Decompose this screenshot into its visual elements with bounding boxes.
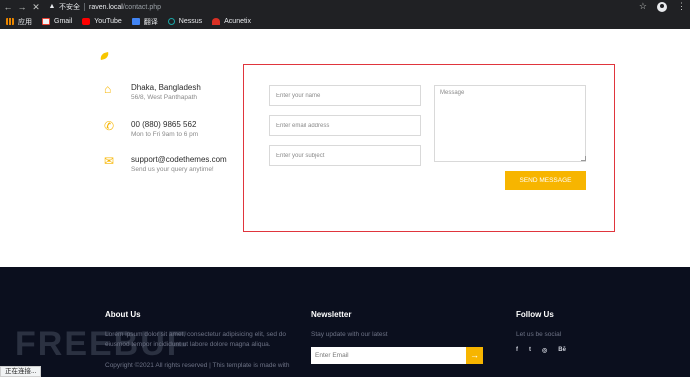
newsletter-email-input[interactable] [311, 347, 466, 364]
bookmark-nessus[interactable]: Nessus [167, 18, 203, 25]
bookmark-label: Nessus [178, 18, 203, 25]
footer: FREEBUF About Us Lorem ipsum dolor sit a… [0, 267, 690, 377]
dribbble-icon[interactable]: ◎ [542, 347, 547, 354]
toolbar-right: ☆ ⋮ [639, 1, 686, 12]
footer-follow: Follow Us Let us be social f t ◎ Bē [516, 310, 626, 370]
nav-row: ← → ✕ ▲ 不安全 raven.local/contact.php ☆ ⋮ [0, 0, 690, 14]
bookmark-label: 翻译 [143, 18, 158, 26]
bookmarks-bar: 应用 Gmail YouTube 翻译 Nessus Acunetix [0, 15, 255, 28]
about-text-line2: eiusmod tempor incididunt ut labore dolo… [105, 341, 271, 348]
bookmark-gmail[interactable]: Gmail [42, 18, 72, 25]
address-bar[interactable]: ▲ 不安全 raven.local/contact.php [48, 1, 638, 13]
mail-icon: ✉ [104, 154, 115, 168]
status-bar: 正在连接... [0, 366, 42, 377]
browser-chrome: ← → ✕ ▲ 不安全 raven.local/contact.php ☆ ⋮ … [0, 0, 690, 29]
profile-icon[interactable] [657, 1, 667, 12]
phone-icon: ✆ [104, 119, 115, 133]
stop-icon[interactable]: ✕ [30, 1, 42, 13]
bookmark-label: Acunetix [224, 18, 251, 25]
warning-icon[interactable]: ▲ [48, 3, 56, 11]
about-heading: About Us [105, 310, 141, 319]
gmail-icon [42, 18, 50, 25]
bookmark-translate[interactable]: 翻译 [131, 17, 158, 27]
section-title [99, 51, 117, 61]
url-path[interactable]: /contact.php [123, 4, 161, 11]
newsletter-heading: Newsletter [311, 310, 352, 319]
address-main: Dhaka, Bangladesh [131, 83, 201, 92]
security-label[interactable]: 不安全 [59, 2, 80, 12]
about-text-line1: Lorem ipsum dolor sit amet, consectetur … [105, 331, 287, 338]
bookmark-label: Gmail [54, 18, 73, 25]
name-input[interactable] [269, 85, 421, 106]
resize-grip-icon[interactable] [581, 156, 586, 161]
home-icon: ⌂ [104, 82, 112, 96]
divider [84, 3, 85, 11]
bookmark-acunetix[interactable]: Acunetix [212, 18, 251, 25]
menu-icon[interactable]: ⋮ [677, 2, 686, 11]
back-icon[interactable]: ← [2, 1, 14, 13]
phone-main: 00 (880) 9865 562 [131, 120, 197, 129]
follow-text: Let us be social [516, 331, 562, 338]
email-sub: Send us your query anytime! [131, 166, 214, 173]
facebook-icon[interactable]: f [516, 347, 518, 354]
social-links: f t ◎ Bē [516, 347, 566, 354]
twitter-icon[interactable]: t [529, 347, 531, 354]
newsletter-text: Stay update with our latest [311, 331, 388, 338]
arrow-right-icon[interactable]: → [466, 347, 483, 364]
bookmark-youtube[interactable]: YouTube [82, 18, 122, 25]
bookmark-apps[interactable]: 应用 [6, 17, 32, 27]
bookmark-label: YouTube [94, 18, 122, 25]
phone-item: ✆ 00 (880) 9865 562 Mon to Fri 9am to 6 … [104, 119, 198, 140]
copyright-text: Copyright ©2021 All rights reserved | Th… [105, 362, 290, 369]
email-item: ✉ support@codethemes.com Send us your qu… [104, 154, 227, 175]
footer-about: About Us Lorem ipsum dolor sit amet, con… [105, 310, 305, 371]
behance-icon[interactable]: Bē [558, 347, 566, 354]
translate-icon [131, 18, 140, 25]
email-main: support@codethemes.com [131, 155, 227, 164]
email-input[interactable] [269, 115, 421, 136]
youtube-icon [82, 18, 91, 25]
address-sub: 56/8, West Panthapath [131, 94, 198, 101]
bookmark-label: 应用 [18, 18, 32, 26]
url-host[interactable]: raven.local [89, 4, 123, 11]
bookmark-star-icon[interactable]: ☆ [639, 1, 647, 12]
footer-newsletter: Newsletter Stay update with our latest → [311, 310, 486, 370]
address-item: ⌂ Dhaka, Bangladesh 56/8, West Panthapat… [104, 82, 201, 103]
subject-input[interactable] [269, 145, 421, 166]
phone-sub: Mon to Fri 9am to 6 pm [131, 131, 199, 138]
leaf-icon [99, 51, 110, 61]
forward-icon[interactable]: → [16, 1, 28, 13]
acunetix-icon [212, 18, 221, 25]
nessus-icon [167, 18, 175, 25]
follow-heading: Follow Us [516, 310, 554, 319]
apps-icon [6, 18, 14, 25]
message-textarea[interactable] [434, 85, 586, 162]
contact-form: SEND MESSAGE [243, 64, 615, 232]
send-message-button[interactable]: SEND MESSAGE [505, 171, 586, 190]
